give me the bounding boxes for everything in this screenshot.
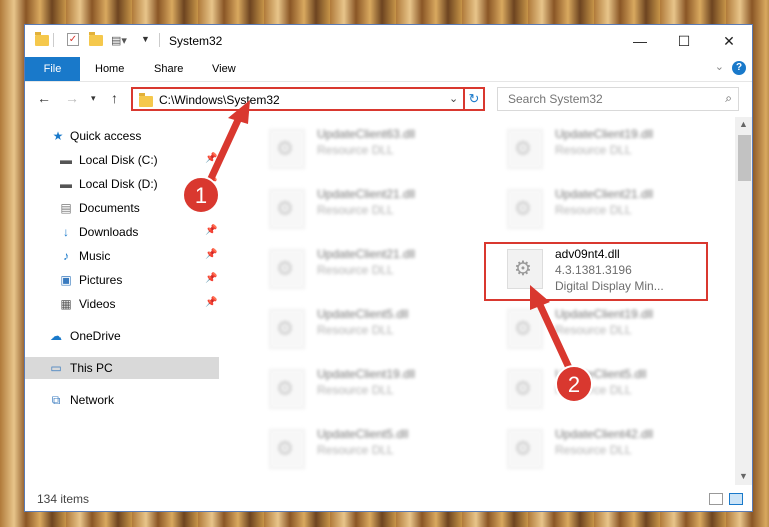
callout-arrows: [204, 100, 574, 374]
arrow-two-shaft: [536, 301, 574, 374]
callout-badge-one: 1: [182, 176, 220, 214]
arrow-one-head: [228, 100, 250, 124]
arrow-one-shaft: [204, 116, 242, 189]
callout-badge-two: 2: [555, 365, 593, 403]
